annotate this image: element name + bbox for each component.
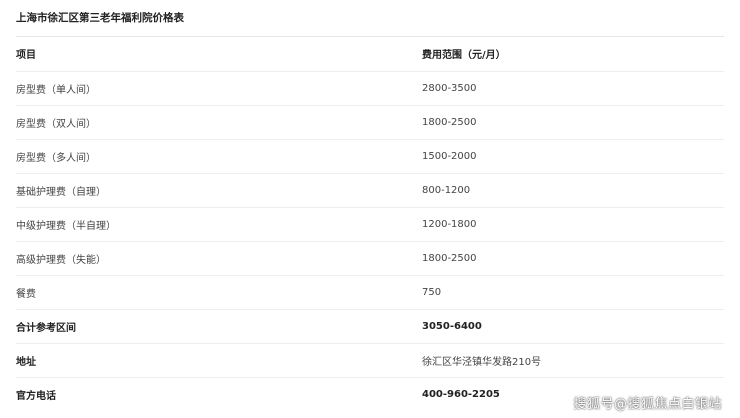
- table-row: 房型费（单人间） 2800-3500: [16, 71, 724, 106]
- table-row: 基础护理费（自理） 800-1200: [16, 173, 724, 208]
- row-item: 房型费（多人间）: [16, 139, 422, 174]
- row-value: 1200-1800: [422, 207, 724, 242]
- row-item: 基础护理费（自理）: [16, 173, 422, 208]
- row-value: 1800-2500: [422, 105, 724, 140]
- table-row: 房型费（多人间） 1500-2000: [16, 139, 724, 174]
- table-row: 餐费 750: [16, 275, 724, 310]
- row-item: 高级护理费（失能）: [16, 241, 422, 276]
- row-value: 800-1200: [422, 173, 724, 208]
- row-item: 地址: [16, 343, 422, 378]
- table-caption: 上海市徐汇区第三老年福利院价格表: [16, 0, 724, 37]
- row-value: 徐汇区华泾镇华发路210号: [422, 343, 724, 378]
- table-row-address: 地址 徐汇区华泾镇华发路210号: [16, 343, 724, 378]
- header-fee-range: 费用范围（元/月）: [422, 37, 724, 72]
- row-item: 中级护理费（半自理）: [16, 207, 422, 242]
- row-item: 官方电话: [16, 390, 56, 402]
- row-item: 房型费（单人间）: [16, 71, 422, 106]
- row-value: 2800-3500: [422, 71, 724, 106]
- price-table-page: 上海市徐汇区第三老年福利院价格表 项目 费用范围（元/月） 房型费（单人间） 2…: [16, 0, 724, 411]
- table-header-row: 项目 费用范围（元/月）: [16, 37, 724, 72]
- table-row: 中级护理费（半自理） 1200-1800: [16, 207, 724, 242]
- table-row: 高级护理费（失能） 1800-2500: [16, 241, 724, 276]
- row-value: 1800-2500: [422, 241, 724, 276]
- row-value: 750: [422, 275, 724, 310]
- row-value: 1500-2000: [422, 139, 724, 174]
- table-row-total: 合计参考区间 3050-6400: [16, 309, 724, 344]
- price-table: 项目 费用范围（元/月） 房型费（单人间） 2800-3500 房型费（双人间）…: [16, 37, 724, 411]
- table-row: 房型费（双人间） 1800-2500: [16, 105, 724, 140]
- row-item: 房型费（双人间）: [16, 105, 422, 140]
- row-item: 合计参考区间: [16, 309, 422, 344]
- header-item: 项目: [16, 37, 422, 72]
- row-value: 3050-6400: [422, 309, 724, 344]
- watermark-text: 搜狐号@搜狐焦点白银站: [573, 397, 722, 412]
- row-item: 餐费: [16, 275, 422, 310]
